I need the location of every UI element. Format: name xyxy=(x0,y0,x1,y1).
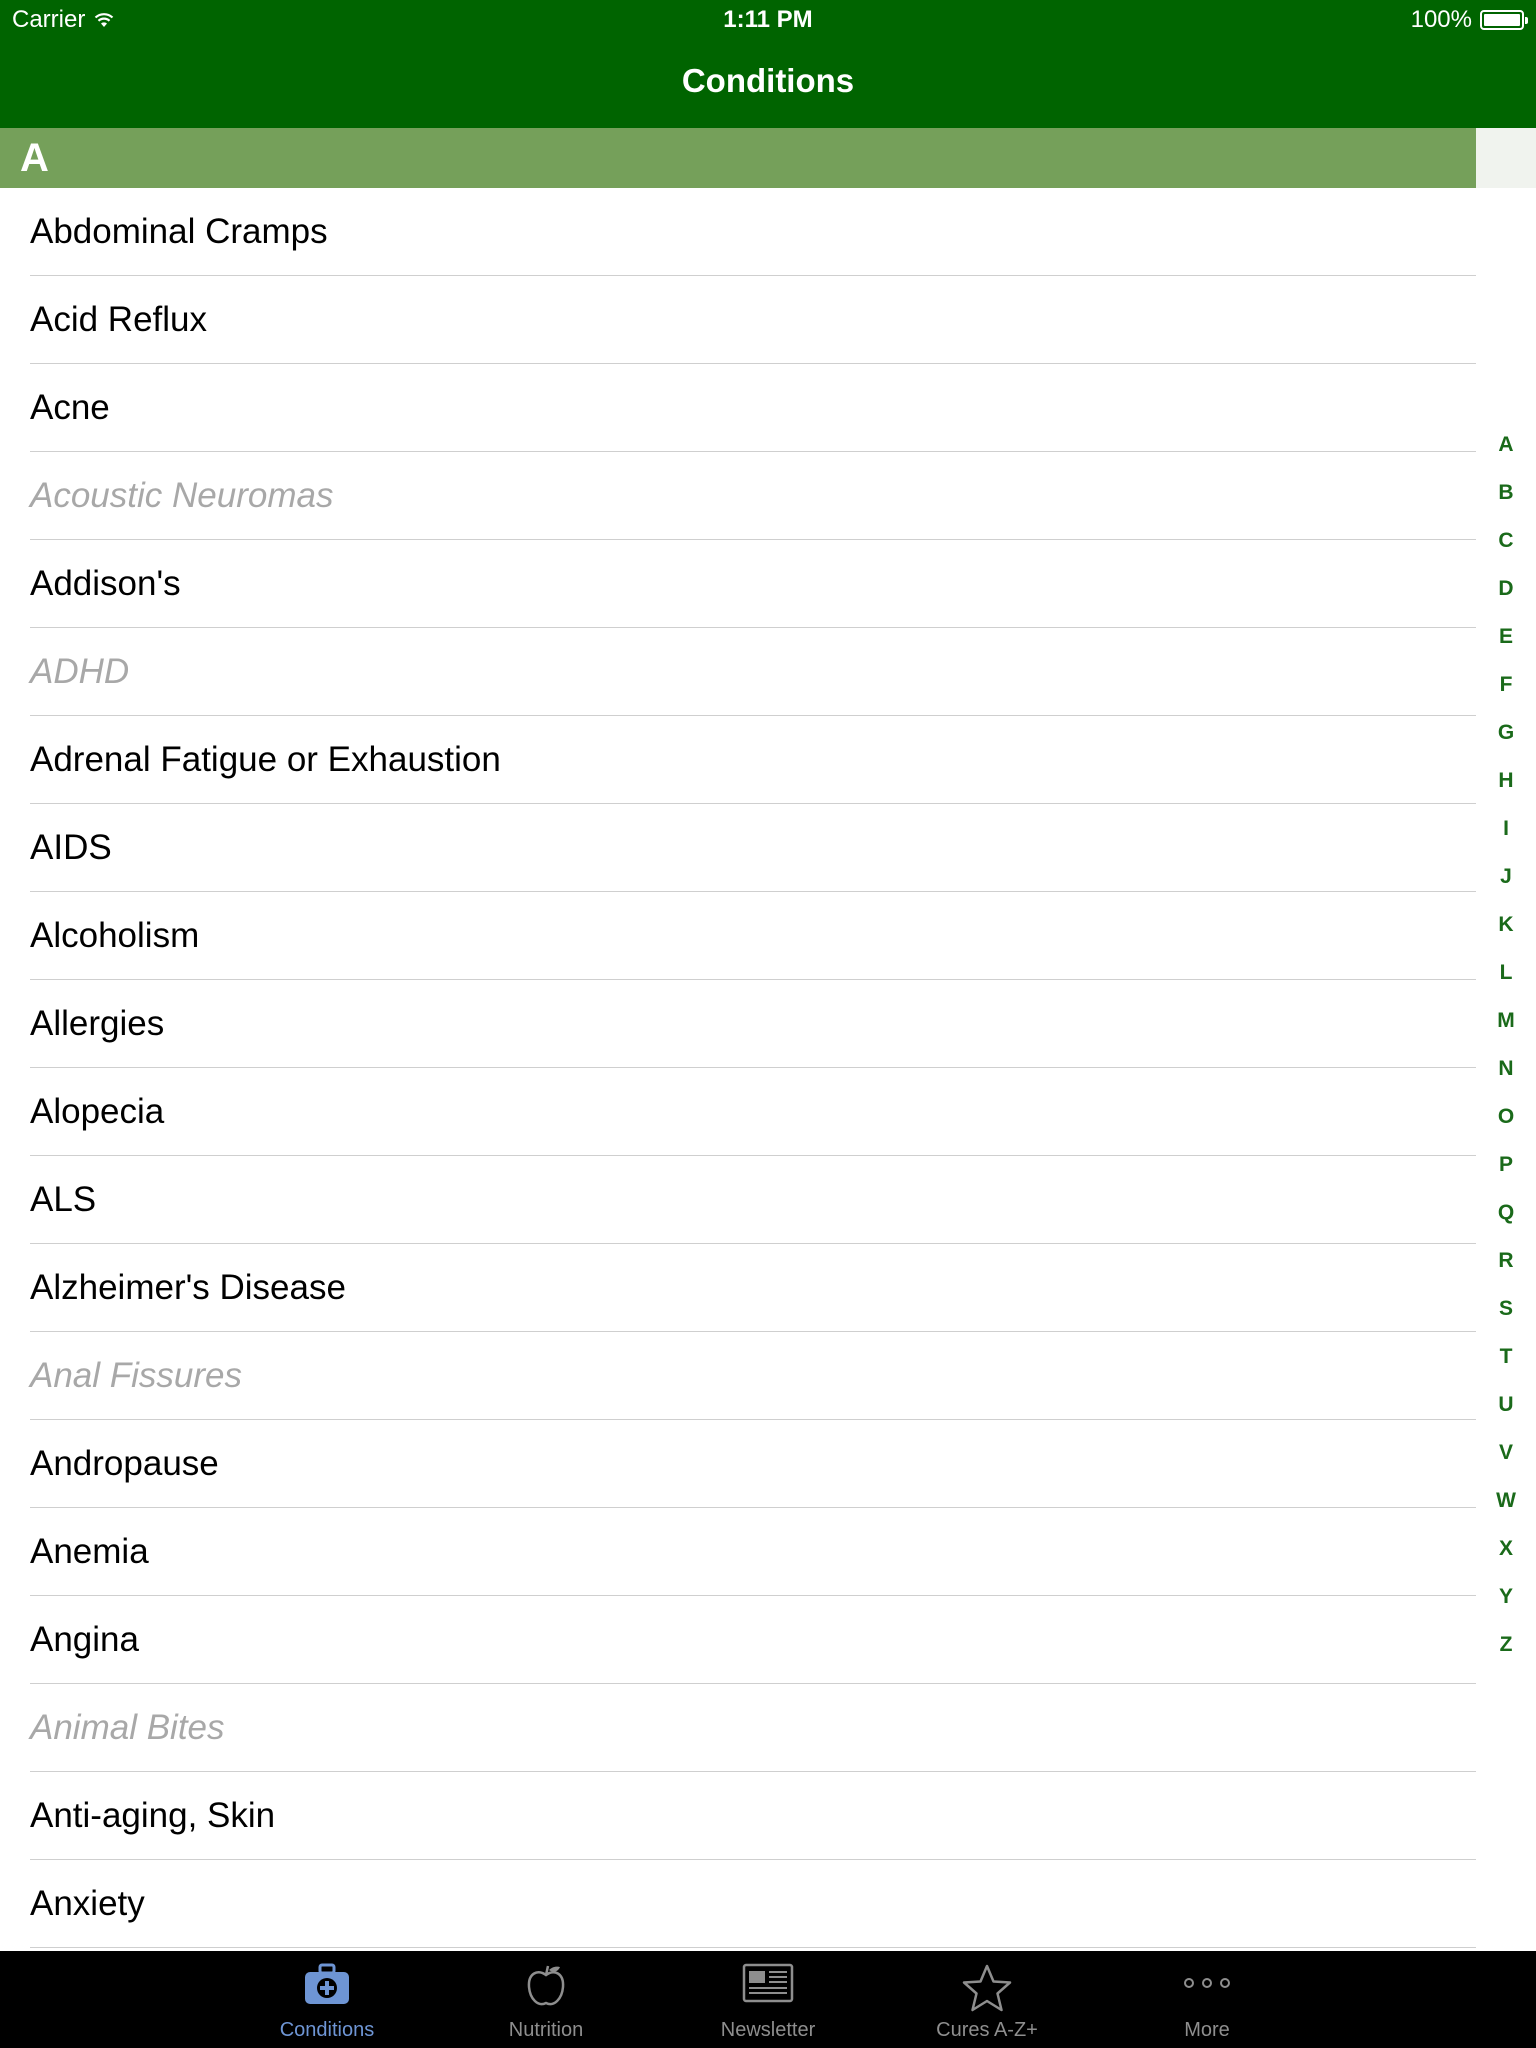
status-battery: 100% xyxy=(1410,6,1528,34)
list-item-label: AIDS xyxy=(30,828,112,867)
index-letter[interactable]: M xyxy=(1476,997,1536,1045)
list-item-label: Acne xyxy=(30,388,110,427)
tab-more[interactable]: More xyxy=(1117,1951,1297,2048)
index-letter[interactable]: N xyxy=(1476,1045,1536,1093)
list-item[interactable]: Alopecia xyxy=(0,1068,1476,1156)
battery-icon xyxy=(1480,10,1528,30)
list-item-label: Anti-aging, Skin xyxy=(30,1796,276,1835)
index-letter[interactable]: O xyxy=(1476,1093,1536,1141)
index-letter[interactable]: C xyxy=(1476,517,1536,565)
index-letter[interactable]: S xyxy=(1476,1285,1536,1333)
index-letter[interactable]: Y xyxy=(1476,1573,1536,1621)
index-letter[interactable]: P xyxy=(1476,1141,1536,1189)
list-item-label: Acoustic Neuromas xyxy=(30,476,334,515)
list-item[interactable]: Anti-aging, Skin xyxy=(0,1772,1476,1860)
list-item[interactable]: Anemia xyxy=(0,1508,1476,1596)
index-letter[interactable]: L xyxy=(1476,949,1536,997)
index-letter[interactable]: E xyxy=(1476,613,1536,661)
list-item-label: ALS xyxy=(30,1180,97,1219)
list-item-label: Angina xyxy=(30,1620,139,1659)
index-letter[interactable]: R xyxy=(1476,1237,1536,1285)
list-item: Acoustic Neuromas xyxy=(0,452,1476,540)
list-item-label: Adrenal Fatigue or Exhaustion xyxy=(30,740,501,779)
list-item-label: Alcoholism xyxy=(30,916,200,955)
section-index: ABCDEFGHIJKLMNOPQRSTUVWXYZ xyxy=(1476,421,1536,1669)
list-item[interactable]: Alcoholism xyxy=(0,892,1476,980)
navigation-bar: Carrier 1:11 PM 100% Conditions xyxy=(0,0,1536,128)
index-letter[interactable]: W xyxy=(1476,1477,1536,1525)
index-letter[interactable]: I xyxy=(1476,805,1536,853)
tab-bar: Conditions Nutrition Newsletter Cures A-… xyxy=(0,1951,1536,2048)
star-icon xyxy=(962,1964,1012,2012)
section-header: A xyxy=(0,128,1476,188)
list-item[interactable]: Acne xyxy=(0,364,1476,452)
list-item[interactable]: Angina xyxy=(0,1596,1476,1684)
list-item[interactable]: ALS xyxy=(0,1156,1476,1244)
list-item-label: ADHD xyxy=(30,652,130,691)
list-item[interactable]: Allergies xyxy=(0,980,1476,1068)
list-item[interactable]: Andropause xyxy=(0,1420,1476,1508)
battery-percent: 100% xyxy=(1410,6,1472,33)
list-item-label: Anxiety xyxy=(30,1884,145,1923)
index-letter[interactable]: F xyxy=(1476,661,1536,709)
tab-cures-a-z[interactable]: Cures A-Z+ xyxy=(897,1951,1077,2048)
row-divider xyxy=(30,1947,1476,1948)
index-letter[interactable]: K xyxy=(1476,901,1536,949)
index-letter[interactable]: H xyxy=(1476,757,1536,805)
tab-label: More xyxy=(1184,2019,1230,2041)
index-letter[interactable]: J xyxy=(1476,853,1536,901)
list-item-label: Andropause xyxy=(30,1444,219,1483)
list-item-label: Acid Reflux xyxy=(30,300,208,339)
list-item: Anal Fissures xyxy=(0,1332,1476,1420)
section-header-letter: A xyxy=(20,136,49,180)
tab-label: Nutrition xyxy=(508,2019,584,2041)
list-item: ADHD xyxy=(0,628,1476,716)
index-letter[interactable]: A xyxy=(1476,421,1536,469)
list-item[interactable]: Alzheimer's Disease xyxy=(0,1244,1476,1332)
index-letter[interactable]: G xyxy=(1476,709,1536,757)
conditions-list: Abdominal Cramps Acid Reflux Acne Acoustic … xyxy=(0,188,1476,1948)
tab-newsletter[interactable]: Newsletter xyxy=(678,1951,858,2048)
tab-nutrition[interactable]: Nutrition xyxy=(456,1951,636,2048)
list-item-label: Animal Bites xyxy=(30,1708,225,1747)
index-letter[interactable]: Z xyxy=(1476,1621,1536,1669)
tab-label: Newsletter xyxy=(720,2019,816,2041)
index-letter[interactable]: V xyxy=(1476,1429,1536,1477)
apple-icon xyxy=(527,1965,565,2006)
index-letter[interactable]: D xyxy=(1476,565,1536,613)
tab-conditions[interactable]: Conditions xyxy=(237,1951,417,2048)
list-item-label: Addison's xyxy=(30,564,181,603)
index-strip-background xyxy=(1476,128,1536,188)
more-dots-icon xyxy=(1184,1978,1230,1988)
index-letter[interactable]: B xyxy=(1476,469,1536,517)
index-letter[interactable]: U xyxy=(1476,1381,1536,1429)
newspaper-icon xyxy=(742,1963,794,2003)
list-item-label: Anal Fissures xyxy=(30,1356,243,1395)
list-item[interactable]: Acid Reflux xyxy=(0,276,1476,364)
index-letter[interactable]: T xyxy=(1476,1333,1536,1381)
list-item[interactable]: Abdominal Cramps xyxy=(0,188,1476,276)
index-letter[interactable]: Q xyxy=(1476,1189,1536,1237)
list-item-label: Alopecia xyxy=(30,1092,165,1131)
tab-label: Conditions xyxy=(279,2019,375,2041)
medical-kit-icon xyxy=(305,1963,349,2004)
page-title: Conditions xyxy=(681,62,855,99)
index-letter[interactable]: X xyxy=(1476,1525,1536,1573)
list-item[interactable]: Addison's xyxy=(0,540,1476,628)
list-item-label: Alzheimer's Disease xyxy=(30,1268,346,1307)
status-time: 1:11 PM xyxy=(723,6,813,33)
list-item[interactable]: Anxiety xyxy=(0,1860,1476,1948)
list-item-label: Allergies xyxy=(30,1004,165,1043)
list-item: Animal Bites xyxy=(0,1684,1476,1772)
list-item[interactable]: AIDS xyxy=(0,804,1476,892)
list-item[interactable]: Adrenal Fatigue or Exhaustion xyxy=(0,716,1476,804)
list-item-label: Anemia xyxy=(30,1532,149,1571)
tab-label: Cures A-Z+ xyxy=(936,2019,1038,2041)
list-item-label: Abdominal Cramps xyxy=(30,212,328,251)
